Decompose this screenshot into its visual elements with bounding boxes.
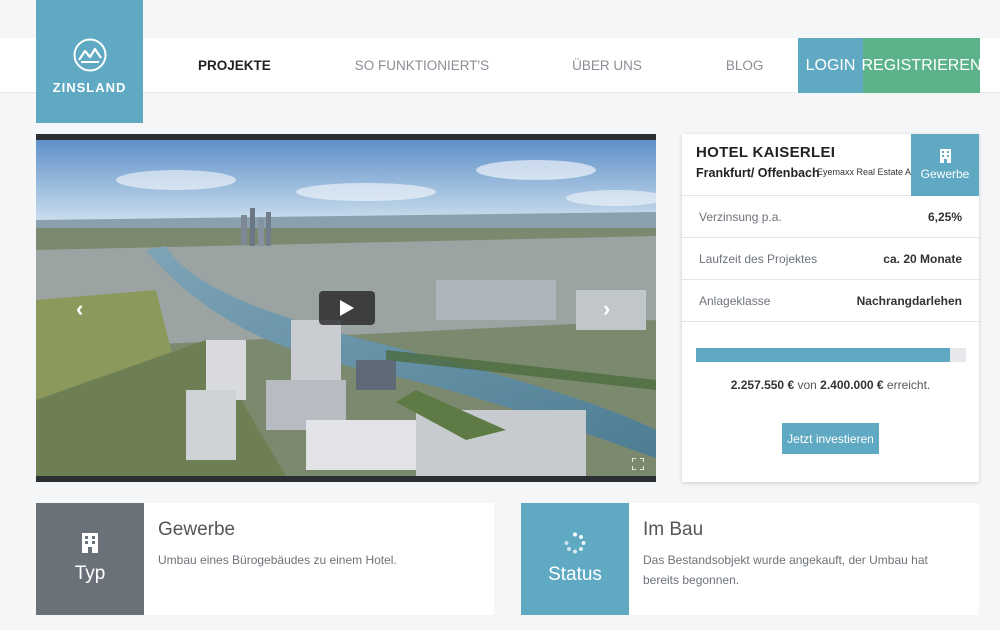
info-title: Gewerbe <box>158 519 236 540</box>
play-button[interactable] <box>319 291 375 325</box>
detail-value: 6,25% <box>927 209 962 224</box>
info-tile-label: Status <box>548 564 602 585</box>
nav-item-ueber-uns[interactable]: ÜBER UNS <box>572 58 642 73</box>
funding-raised: 2.257.550 € <box>730 378 795 392</box>
info-description: Das Bestandsobjekt wurde angekauft, der … <box>643 553 928 587</box>
detail-label: Verzinsung p.a. <box>699 209 782 224</box>
info-tile-status: Status <box>521 503 629 615</box>
funding-progress-fill <box>696 348 950 362</box>
detail-row-asset-class: Anlageklasse Nachrangdarlehen <box>682 280 979 322</box>
chevron-left-icon[interactable]: ‹ <box>76 296 83 322</box>
login-button[interactable]: LOGIN <box>798 38 863 93</box>
project-type-label: Gewerbe <box>920 167 970 181</box>
funding-status-text: 2.257.550 € von 2.400.000 € erreicht. <box>682 378 979 392</box>
register-button[interactable]: REGISTRIEREN <box>862 38 982 93</box>
project-video[interactable]: ‹ › <box>36 134 656 482</box>
info-tile-label: Typ <box>74 563 106 584</box>
detail-row-duration: Laufzeit des Projektes ca. 20 Monate <box>682 238 979 280</box>
info-description: Umbau eines Bürogebäudes zu einem Hotel. <box>158 553 397 567</box>
info-box-status: Status Im Bau Das Bestandsobjekt wurde a… <box>521 503 979 615</box>
detail-label: Laufzeit des Projektes <box>699 251 818 266</box>
funding-suffix: erreicht. <box>886 378 931 392</box>
detail-value: Nachrangdarlehen <box>856 293 962 308</box>
project-title: HOTEL KAISERLEI <box>696 144 836 161</box>
detail-row-interest: Verzinsung p.a. 6,25% <box>682 196 979 238</box>
funding-goal: 2.400.000 € <box>820 378 884 392</box>
loading-icon <box>564 532 586 554</box>
info-tile-type: Typ <box>36 503 144 615</box>
info-box-type: Typ Gewerbe Umbau eines Bürogebäudes zu … <box>36 503 494 615</box>
info-title: Im Bau <box>643 519 704 540</box>
project-company: Eyemaxx Real Estate AG <box>817 167 919 177</box>
building-icon <box>939 149 951 163</box>
main-nav: PROJEKTE SO FUNKTIONIERT'S ÜBER UNS BLOG <box>198 38 763 93</box>
play-icon <box>340 300 354 316</box>
project-card-header: HOTEL KAISERLEI Frankfurt/ Offenbach Eye… <box>682 134 979 196</box>
fullscreen-icon[interactable] <box>632 458 644 470</box>
logo[interactable]: ZINSLAND <box>36 0 143 123</box>
nav-item-blog[interactable]: BLOG <box>726 58 764 73</box>
detail-label: Anlageklasse <box>699 293 771 308</box>
project-card: HOTEL KAISERLEI Frankfurt/ Offenbach Eye… <box>682 134 979 482</box>
nav-item-so-funktionierts[interactable]: SO FUNKTIONIERT'S <box>355 58 489 73</box>
project-type-badge: Gewerbe <box>911 134 979 196</box>
project-location: Frankfurt/ Offenbach <box>696 166 820 180</box>
logo-text: ZINSLAND <box>52 80 127 95</box>
chevron-right-icon[interactable]: › <box>603 296 610 322</box>
nav-item-projekte[interactable]: PROJEKTE <box>198 58 271 73</box>
invest-button[interactable]: Jetzt investieren <box>782 423 879 454</box>
detail-value: ca. 20 Monate <box>883 251 962 266</box>
funding-von: von <box>797 378 817 392</box>
logo-mountain-icon <box>73 38 106 72</box>
funding-progress-bar <box>696 348 966 362</box>
building-icon <box>82 533 98 553</box>
